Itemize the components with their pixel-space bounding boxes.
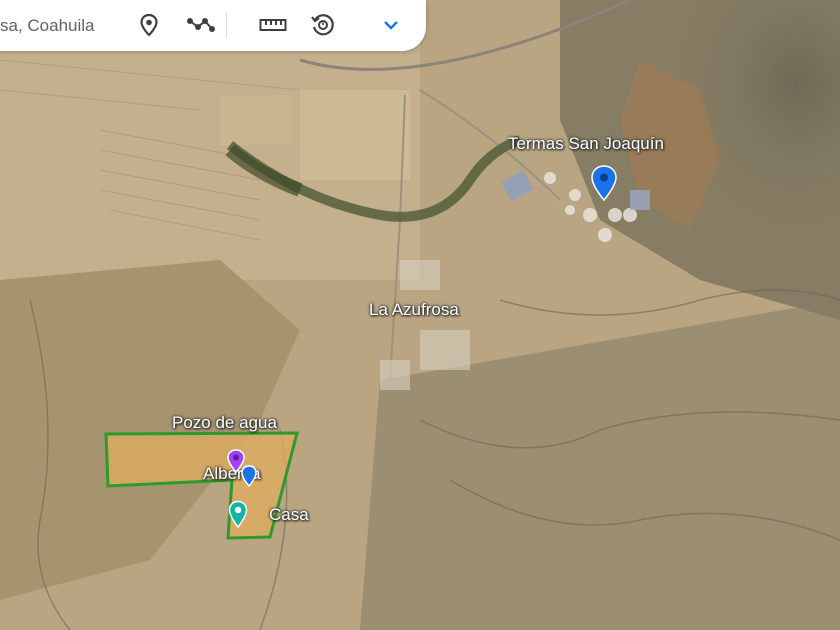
history-button[interactable] xyxy=(306,8,340,42)
draw-line-button[interactable] xyxy=(184,8,218,42)
measure-button[interactable] xyxy=(256,8,290,42)
map-pin-alberca-icon[interactable] xyxy=(240,465,258,489)
search-box[interactable]: sa, Coahuila xyxy=(0,0,104,51)
route-line-icon xyxy=(187,18,215,32)
toolbar-separator xyxy=(226,12,227,38)
map-toolbar: sa, Coahuila xyxy=(0,0,426,51)
location-pin-button[interactable] xyxy=(132,8,166,42)
place-label-pozo-de-agua[interactable]: Pozo de agua xyxy=(172,413,277,433)
place-label-la-azufrosa[interactable]: La Azufrosa xyxy=(369,300,459,320)
search-query[interactable]: sa, Coahuila xyxy=(0,16,95,36)
location-pin-icon xyxy=(140,13,158,37)
place-label-casa[interactable]: Casa xyxy=(269,505,309,525)
place-label-termas[interactable]: Termas San Joaquín xyxy=(508,134,664,154)
ruler-icon xyxy=(259,19,287,31)
map-pin-casa-icon[interactable] xyxy=(227,500,249,530)
expand-button[interactable] xyxy=(374,8,408,42)
map-pin-termas-icon[interactable] xyxy=(589,164,619,204)
history-icon xyxy=(311,14,334,36)
chevron-down-icon xyxy=(384,21,398,30)
